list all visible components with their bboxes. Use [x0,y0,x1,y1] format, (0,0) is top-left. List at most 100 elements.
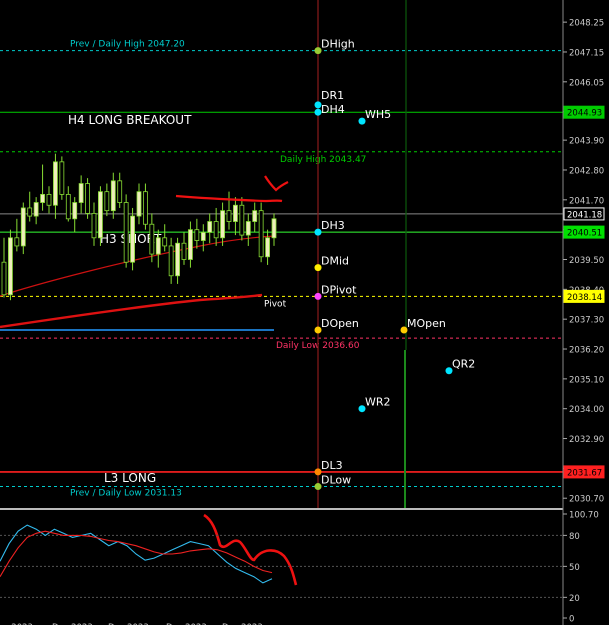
main-panel: Prev / Daily High 2047.20 H4 LONG BREAKOU… [0,0,563,586]
price-tick-label: 2034.00 [569,405,604,415]
marker-label: MOpen [407,317,446,330]
candle [258,202,264,263]
candle-body [40,193,45,203]
marker-label: WH5 [365,108,391,121]
candle-body [53,161,58,206]
candle-body [207,221,213,233]
price-tag: 2031.67 [563,465,605,479]
price-tag-label: 2031.67 [567,468,602,478]
candle-body [65,193,71,220]
candle-body [194,229,200,241]
candle-body [155,237,161,255]
marker-label: DL3 [321,459,343,472]
candle-body [20,207,26,247]
candle-body [110,180,116,212]
price-tag: 2038.14 [563,289,605,303]
oscillator-axis: 100.70 80 50 20 0 [563,511,599,625]
candle-body [46,193,52,206]
candle [123,194,129,268]
price-tag-label: 2044.93 [567,109,602,119]
candle-body [78,183,84,203]
price-tick-label: 2041.70 [569,196,604,206]
price-tag: 2041.18 [563,207,605,221]
level-label: H4 LONG BREAKOUT [68,113,192,127]
candle-body [213,221,219,239]
price-tag: 2040.51 [563,225,605,239]
marker-label: DH4 [321,103,345,116]
marker-label: DOpen [321,317,359,330]
candle-body [200,231,206,241]
candle-body [143,191,148,225]
marker-label: DH3 [321,219,345,232]
price-tick-label: 2036.20 [569,346,604,356]
candle-body [226,210,232,222]
candle-body [104,191,110,212]
osc-tick-label: 100.70 [569,511,599,521]
candle-body [265,237,270,258]
level-label: Prev / Daily High 2047.20 [70,40,185,50]
candle-body [130,215,135,263]
marker-label: WR2 [365,396,391,409]
candle-body [252,210,258,222]
candle-body [123,202,129,263]
candle-body [1,261,7,296]
osc-tick-label: 20 [569,594,580,604]
level-label: L3 LONG [104,471,156,485]
price-tag-label: 2041.18 [567,210,602,220]
price-tick-label: 2032.90 [569,435,604,445]
level-label: Pivot [264,299,287,309]
price-tick-label: 2047.15 [569,48,604,58]
level-label: Daily High 2043.47 [280,155,366,165]
price-tick-label: 2037.30 [569,316,604,326]
marker-label: DPivot [321,283,357,296]
candle-body [117,180,123,203]
candle [59,156,65,200]
candle-body [14,237,20,247]
candle-body [245,221,251,236]
price-tick-label: 2039.50 [569,256,604,266]
candle-body [149,223,155,255]
price-axis[interactable]: 2048.252047.152046.052044.952043.902042.… [563,19,605,505]
candle-body [98,191,103,239]
candle [85,178,90,219]
candle-body [72,202,78,220]
candle-body [258,210,264,258]
candle-body [271,218,277,239]
candle [98,186,103,246]
price-tag-label: 2040.51 [567,229,602,239]
osc-tick-label: 80 [569,532,580,542]
candle-body [181,242,187,260]
candle-body [233,204,238,222]
candle-body [27,207,33,217]
price-tick-label: 2048.25 [569,19,604,29]
candle-body [162,237,168,247]
marker-label: DHigh [321,38,355,51]
candle-body [220,210,225,239]
candle-body [175,242,180,277]
candle-body [59,161,65,195]
candle [8,229,13,301]
oscillator-lines [0,524,563,598]
price-tick-label: 2042.80 [569,166,604,176]
price-chart[interactable]: Prev / Daily High 2047.20 H4 LONG BREAKOU… [0,0,609,625]
candle-body [136,191,142,217]
price-tick-label: 2043.90 [569,137,604,147]
price-tick-label: 2030.70 [569,495,604,505]
price-tag-label: 2038.14 [567,293,602,303]
candle-body [8,237,13,296]
price-tag: 2044.93 [563,105,605,119]
osc-tick-label: 50 [569,563,580,573]
candle-body [188,229,193,260]
candle [130,207,135,271]
price-tick-label: 2035.10 [569,375,604,385]
candle-body [33,202,39,217]
main-plot-area [0,0,563,508]
candle-body [91,212,97,239]
marker-label: DLow [321,474,351,487]
marker-label: DMid [321,255,349,268]
price-tick-label: 2046.05 [569,78,604,88]
osc-series-line [0,524,273,584]
marker-label: QR2 [452,358,475,371]
oscillator-panel [0,524,563,598]
candle-body [239,204,245,236]
